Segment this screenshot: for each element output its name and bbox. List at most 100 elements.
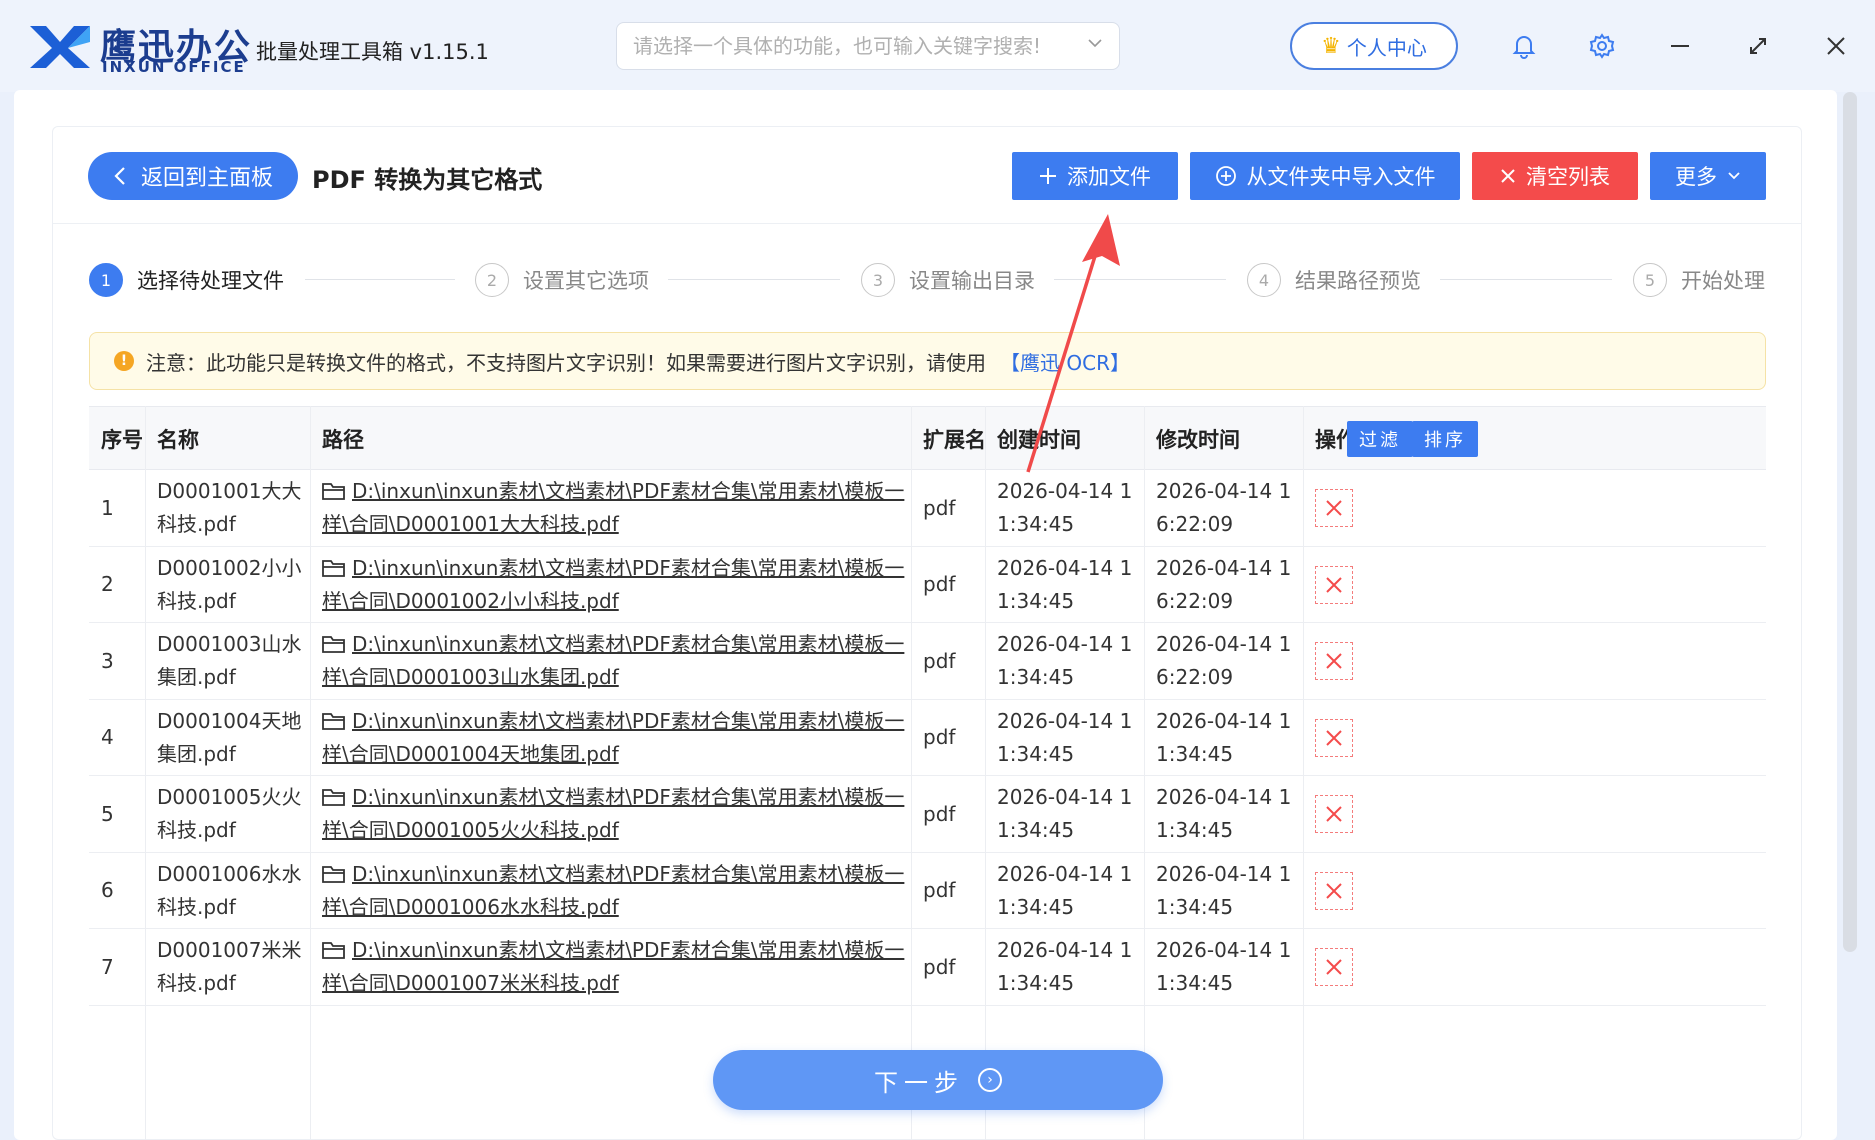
delete-icon[interactable] (1315, 948, 1353, 987)
folder-icon[interactable] (322, 558, 346, 578)
cell-created: 2026-04-14 11:34:45 (985, 776, 1144, 853)
cell-index-text: 7 (101, 954, 114, 979)
step-other-options: 2 设置其它选项 (475, 260, 649, 300)
file-path-link[interactable]: D:\inxun\inxun素材\文档素材\PDF素材合集\常用素材\模板一样\… (322, 479, 904, 536)
cell-created-text: 2026-04-14 11:34:45 (997, 479, 1133, 537)
delete-icon[interactable] (1315, 489, 1353, 528)
close-icon[interactable] (1816, 26, 1856, 66)
folder-icon[interactable] (322, 787, 346, 807)
table-row[interactable]: 1 D0001001大大科技.pdf D:\inxun\inxun素材\文档素材… (89, 470, 1766, 547)
next-step-label: 下一步 (874, 1068, 964, 1097)
folder-icon[interactable] (322, 864, 346, 884)
delete-icon[interactable] (1315, 795, 1353, 834)
table-row[interactable]: 5 D0001005火火科技.pdf D:\inxun\inxun素材\文档素材… (89, 776, 1766, 853)
cell-index: 4 (89, 700, 145, 777)
file-path-link[interactable]: D:\inxun\inxun素材\文档素材\PDF素材合集\常用素材\模板一样\… (322, 938, 904, 995)
cell-modified: 2026-04-14 16:22:09 (1144, 547, 1303, 624)
cell-modified: 2026-04-14 11:34:45 (1144, 700, 1303, 777)
step-number: 2 (475, 263, 509, 297)
search-input[interactable] (633, 29, 1073, 63)
scrollbar-thumb[interactable] (1843, 92, 1857, 952)
gear-icon[interactable] (1586, 30, 1618, 62)
next-step-button[interactable]: 下一步 › (713, 1050, 1163, 1110)
col-name[interactable]: 名称 (145, 407, 199, 471)
col-divider (145, 406, 146, 1140)
cell-modified: 2026-04-14 16:22:09 (1144, 470, 1303, 547)
cell-path[interactable]: D:\inxun\inxun素材\文档素材\PDF素材合集\常用素材\模板一样\… (310, 623, 911, 700)
file-table: 序号 名称 路径 扩展名 创建时间 修改时间 操作 过滤 排序 1 D00010… (89, 406, 1766, 1140)
bell-icon[interactable] (1508, 30, 1540, 62)
sort-button[interactable]: 排序 (1412, 421, 1478, 457)
cell-created: 2026-04-14 11:34:45 (985, 700, 1144, 777)
table-row[interactable]: 2 D0001002小小科技.pdf D:\inxun\inxun素材\文档素材… (89, 547, 1766, 624)
folder-icon[interactable] (322, 940, 346, 960)
col-index: 序号 (101, 428, 143, 452)
filter-button[interactable]: 过滤 (1347, 421, 1413, 457)
cell-path[interactable]: D:\inxun\inxun素材\文档素材\PDF素材合集\常用素材\模板一样\… (310, 470, 911, 547)
user-center-button[interactable]: ♛ 个人中心 (1290, 22, 1458, 70)
step-number: 5 (1633, 263, 1667, 297)
cell-modified-text: 2026-04-14 16:22:09 (1156, 632, 1292, 690)
step-label: 设置其它选项 (523, 269, 649, 293)
folder-icon[interactable] (322, 634, 346, 654)
annotation-arrow (1026, 214, 1120, 473)
plus-icon (1040, 168, 1056, 184)
title-bar: 鹰迅办公 INXUN OFFICE 批量处理工具箱 v1.15.1 ♛ 个人中心 (0, 0, 1875, 92)
clear-list-button[interactable]: 清空列表 (1472, 152, 1638, 200)
step-output-dir: 3 设置输出目录 (861, 260, 1035, 300)
delete-icon[interactable] (1315, 565, 1353, 604)
cell-path[interactable]: D:\inxun\inxun素材\文档素材\PDF素材合集\常用素材\模板一样\… (310, 547, 911, 624)
delete-icon[interactable] (1315, 871, 1353, 910)
table-row[interactable]: 6 D0001006水水科技.pdf D:\inxun\inxun素材\文档素材… (89, 853, 1766, 930)
add-file-button[interactable]: 添加文件 (1012, 152, 1178, 200)
col-modified[interactable]: 修改时间 (1144, 407, 1240, 471)
folder-icon[interactable] (322, 481, 346, 501)
minimize-icon[interactable] (1660, 26, 1700, 66)
cell-modified-text: 2026-04-14 16:22:09 (1156, 479, 1292, 537)
cell-created-text: 2026-04-14 11:34:45 (997, 861, 1133, 919)
file-path-link[interactable]: D:\inxun\inxun素材\文档素材\PDF素材合集\常用素材\模板一样\… (322, 632, 904, 689)
delete-icon[interactable] (1315, 718, 1353, 757)
cell-path[interactable]: D:\inxun\inxun素材\文档素材\PDF素材合集\常用素材\模板一样\… (310, 853, 911, 930)
file-path-link[interactable]: D:\inxun\inxun素材\文档素材\PDF素材合集\常用素材\模板一样\… (322, 556, 904, 613)
more-label: 更多 (1675, 165, 1717, 189)
cell-ext-text: pdf (923, 572, 956, 597)
step-number: 1 (89, 263, 123, 297)
cell-ext: pdf (911, 547, 985, 624)
function-search[interactable] (616, 22, 1120, 70)
cell-name-text: D0001007米米科技.pdf (157, 938, 302, 996)
cell-name: D0001007米米科技.pdf (145, 929, 310, 1006)
col-path[interactable]: 路径 (310, 407, 364, 471)
cell-name: D0001002小小科技.pdf (145, 547, 310, 624)
chevron-down-icon[interactable] (1087, 35, 1103, 56)
file-path-link[interactable]: D:\inxun\inxun素材\文档素材\PDF素材合集\常用素材\模板一样\… (322, 785, 904, 842)
cell-ext-text: pdf (923, 801, 956, 826)
cell-index-text: 3 (101, 648, 114, 673)
table-row[interactable]: 7 D0001007米米科技.pdf D:\inxun\inxun素材\文档素材… (89, 929, 1766, 1006)
file-path-link[interactable]: D:\inxun\inxun素材\文档素材\PDF素材合集\常用素材\模板一样\… (322, 709, 904, 766)
step-result-preview: 4 结果路径预览 (1247, 260, 1421, 300)
col-divider (1303, 406, 1304, 1140)
back-label: 返回到主面板 (140, 166, 273, 191)
import-folder-button[interactable]: 从文件夹中导入文件 (1190, 152, 1460, 200)
cell-ext: pdf (911, 929, 985, 1006)
back-to-home-button[interactable]: 返回到主面板 (88, 152, 298, 200)
page-title: PDF 转换为其它格式 (312, 166, 543, 194)
brand-name-en: INXUN OFFICE (102, 58, 246, 76)
restore-icon[interactable] (1738, 26, 1778, 66)
col-divider (1144, 406, 1145, 1140)
cell-index-text: 2 (101, 572, 114, 597)
col-ext[interactable]: 扩展名 (911, 407, 986, 471)
notice-text: 注意：此功能只是转换文件的格式，不支持图片文字识别！如果需要进行图片文字识别，请… (146, 350, 986, 375)
cell-modified-text: 2026-04-14 11:34:45 (1156, 861, 1292, 919)
table-row[interactable]: 4 D0001004天地集团.pdf D:\inxun\inxun素材\文档素材… (89, 700, 1766, 777)
table-row[interactable]: 3 D0001003山水集团.pdf D:\inxun\inxun素材\文档素材… (89, 623, 1766, 700)
cell-ext-text: pdf (923, 725, 956, 750)
cell-path[interactable]: D:\inxun\inxun素材\文档素材\PDF素材合集\常用素材\模板一样\… (310, 776, 911, 853)
cell-path[interactable]: D:\inxun\inxun素材\文档素材\PDF素材合集\常用素材\模板一样\… (310, 700, 911, 777)
cell-path[interactable]: D:\inxun\inxun素材\文档素材\PDF素材合集\常用素材\模板一样\… (310, 929, 911, 1006)
more-button[interactable]: 更多 (1650, 152, 1766, 200)
file-path-link[interactable]: D:\inxun\inxun素材\文档素材\PDF素材合集\常用素材\模板一样\… (322, 862, 904, 919)
folder-icon[interactable] (322, 711, 346, 731)
delete-icon[interactable] (1315, 642, 1353, 681)
